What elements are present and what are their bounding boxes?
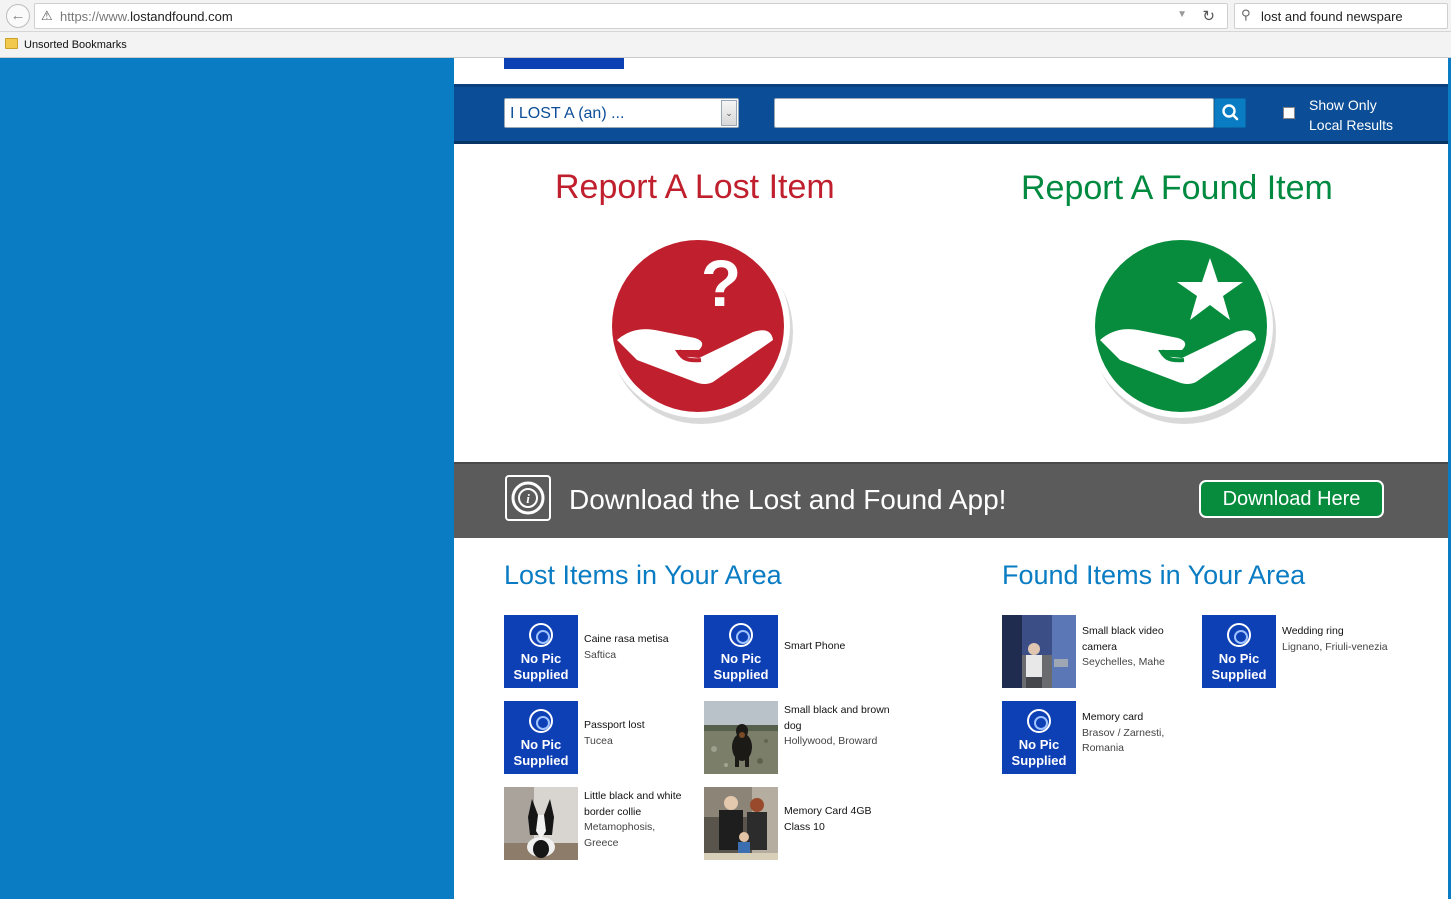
reload-icon[interactable]: ↻ (1202, 7, 1215, 25)
svg-text:i: i (526, 491, 530, 506)
item-name[interactable]: Memory Card 4GB Class 10 (784, 804, 890, 835)
lost-item-card[interactable]: Memory Card 4GB Class 10 (704, 787, 894, 861)
lost-item-card[interactable]: No Pic Supplied Passport lost Tucea (504, 701, 694, 775)
no-pic-thumbnail[interactable]: No Pic Supplied (1202, 615, 1276, 688)
lost-item-card[interactable]: No Pic Supplied Smart Phone (704, 615, 894, 689)
search-button[interactable] (1214, 98, 1246, 128)
no-pic-thumbnail[interactable]: No Pic Supplied (1002, 701, 1076, 774)
left-background-panel (0, 58, 454, 899)
local-results-label: Show Only Local Results (1309, 97, 1394, 133)
app-logo-icon: i (505, 475, 551, 521)
no-pic-logo-icon (1227, 623, 1251, 647)
category-select[interactable]: I LOST A (an) ... ⌄ (504, 98, 739, 128)
no-pic-thumbnail[interactable]: No Pic Supplied (704, 615, 778, 688)
no-pic-thumbnail[interactable]: No Pic Supplied (504, 615, 578, 688)
item-name[interactable]: Small black and brown dog (784, 703, 890, 734)
item-name[interactable]: Small black video camera (1082, 624, 1188, 655)
no-pic-logo-icon (1027, 709, 1051, 733)
item-location: Tucea (584, 734, 613, 747)
collie-photo (504, 787, 578, 860)
found-item-card[interactable]: No Pic Supplied Memory card Brasov / Zarn… (1002, 701, 1192, 775)
download-here-button[interactable]: Download Here (1199, 480, 1384, 518)
back-arrow-icon[interactable]: ← (6, 4, 30, 28)
warning-icon: ⚠ (41, 8, 53, 23)
app-download-text: Download the Lost and Found App! (569, 484, 1007, 515)
search-input[interactable] (774, 98, 1214, 128)
lost-item-card[interactable]: Small black and brown dog Hollywood, Bro… (704, 701, 894, 775)
dog-photo-thumbnail[interactable] (704, 701, 778, 774)
camera-photo (1002, 615, 1076, 688)
search-icon (1222, 104, 1239, 121)
svg-text:?: ? (701, 246, 741, 320)
info-icon: i (511, 481, 545, 515)
item-name[interactable]: Caine rasa metisa (584, 632, 690, 648)
browser-search-text: lost and found newspare (1261, 9, 1403, 24)
category-select-value: I LOST A (an) ... (510, 105, 625, 122)
item-location: Seychelles, Mahe (1082, 656, 1165, 668)
lost-item-card[interactable]: Little black and white border collie Met… (504, 787, 694, 861)
url-dropdown-icon[interactable]: ▼ (1177, 9, 1187, 20)
item-name[interactable]: Wedding ring (1282, 624, 1388, 640)
chevron-down-icon[interactable]: ⌄ (721, 100, 737, 126)
item-location: Brasov / Zarnesti, Romania (1082, 726, 1165, 755)
lost-item-card[interactable]: No Pic Supplied Caine rasa metisa Saftica (504, 615, 694, 689)
no-pic-logo-icon (529, 709, 553, 733)
item-name[interactable]: Little black and white border collie (584, 789, 690, 820)
people-photo (704, 787, 778, 860)
item-name[interactable]: Smart Phone (784, 639, 890, 655)
report-found-title[interactable]: Report A Found Item (1021, 169, 1333, 208)
no-pic-logo-icon (529, 623, 553, 647)
report-lost-icon[interactable]: ? (603, 232, 799, 428)
lost-items-heading: Lost Items in Your Area (504, 560, 782, 590)
camera-photo-thumbnail[interactable] (1002, 615, 1076, 688)
item-location: Saftica (584, 648, 617, 661)
bookmarks-bar: Unsorted Bookmarks (0, 32, 1451, 58)
found-item-card[interactable]: No Pic Supplied Wedding ring Lignano, Fri… (1202, 615, 1392, 689)
collie-photo-thumbnail[interactable] (504, 787, 578, 860)
browser-search-input[interactable]: ⚲ lost and found newspare (1234, 3, 1448, 29)
bookmarks-folder-link[interactable]: Unsorted Bookmarks (24, 39, 127, 51)
item-name[interactable]: Memory card (1082, 710, 1188, 726)
site-logo[interactable] (504, 58, 624, 69)
browser-toolbar: ← ⚠ https://www.lostandfound.com ▼ ↻ ⚲ l… (0, 0, 1451, 32)
search-icon: ⚲ (1241, 7, 1251, 22)
report-lost-title[interactable]: Report A Lost Item (555, 168, 835, 207)
item-location: Hollywood, Broward (784, 735, 878, 747)
found-item-card[interactable]: Small black video camera Seychelles, Mah… (1002, 615, 1192, 689)
folder-icon (5, 38, 18, 49)
dog-photo (704, 701, 778, 774)
item-location: Lignano, Friuli-venezia (1282, 640, 1388, 653)
no-pic-thumbnail[interactable]: No Pic Supplied (504, 701, 578, 774)
people-photo-thumbnail[interactable] (704, 787, 778, 860)
url-text: https://www.lostandfound.com (60, 9, 233, 24)
report-found-icon[interactable] (1086, 232, 1282, 428)
item-name[interactable]: Passport lost (584, 718, 690, 734)
url-bar[interactable]: ⚠ https://www.lostandfound.com ▼ ↻ (34, 3, 1228, 29)
found-items-heading: Found Items in Your Area (1002, 560, 1306, 590)
item-location: Metamophosis, Greece (584, 821, 656, 849)
no-pic-logo-icon (729, 623, 753, 647)
local-results-checkbox[interactable] (1283, 107, 1295, 119)
